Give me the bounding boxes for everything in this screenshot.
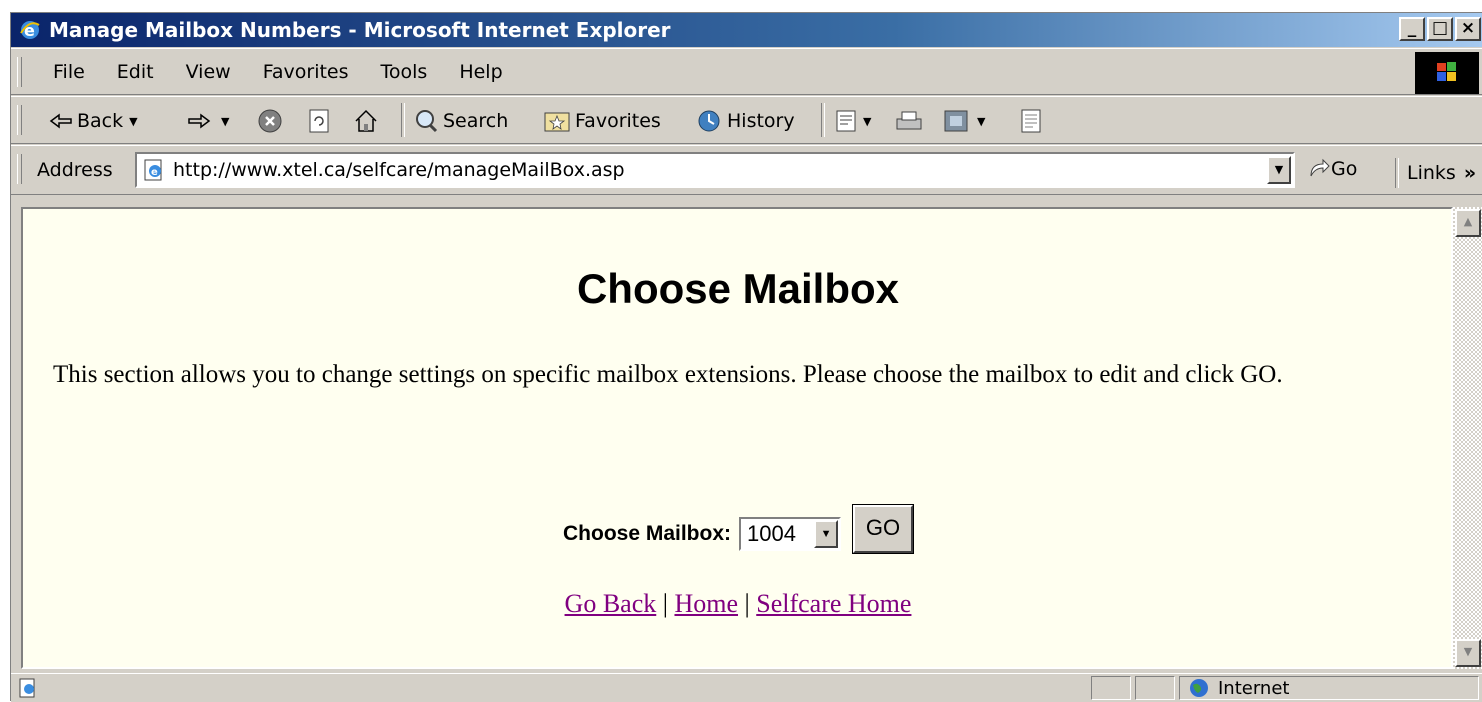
globe-icon xyxy=(1190,679,1208,697)
search-label: Search xyxy=(443,110,509,132)
chevron-down-icon[interactable]: ▼ xyxy=(863,115,871,128)
windows-logo xyxy=(1415,52,1479,94)
menu-favorites[interactable]: Favorites xyxy=(247,61,365,83)
page-description: This section allows you to change settin… xyxy=(53,361,1283,388)
page-content: Choose Mailbox This section allows you t… xyxy=(21,207,1453,669)
links-button[interactable]: Links » xyxy=(1395,158,1476,188)
history-icon xyxy=(698,110,720,132)
status-cell xyxy=(1091,676,1131,700)
stop-icon xyxy=(258,109,282,133)
menu-view[interactable]: View xyxy=(170,61,247,83)
status-bar: Internet xyxy=(11,673,1482,702)
window-title: Manage Mailbox Numbers - Microsoft Inter… xyxy=(49,18,671,42)
title-bar[interactable]: e Manage Mailbox Numbers - Microsoft Int… xyxy=(11,13,1482,47)
chevron-down-icon[interactable]: ▼ xyxy=(814,520,839,548)
security-zone: Internet xyxy=(1179,676,1479,700)
vertical-scrollbar[interactable]: ▲ ▼ xyxy=(1453,207,1482,669)
mailbox-form: Choose Mailbox: 1004 ▼ GO xyxy=(563,504,915,554)
refresh-button[interactable] xyxy=(307,105,331,137)
home-link[interactable]: Home xyxy=(674,589,738,618)
edit-button[interactable]: ▼ xyxy=(943,105,985,137)
menu-file[interactable]: File xyxy=(31,61,101,83)
toolbar-separator xyxy=(401,103,405,137)
address-input[interactable]: e http://www.xtel.ca/selfcare/manageMail… xyxy=(135,152,1295,188)
chevron-down-icon[interactable]: ▼ xyxy=(221,115,229,128)
history-label: History xyxy=(727,110,795,132)
page-icon xyxy=(19,678,35,698)
close-button[interactable]: × xyxy=(1455,17,1481,41)
standard-toolbar: Back ▼ ▼ Search Favorites History ▼ ▼ xyxy=(11,96,1482,144)
mailbox-select[interactable]: 1004 ▼ xyxy=(739,517,842,551)
chevron-down-icon[interactable]: ▼ xyxy=(129,115,137,128)
scroll-down-button[interactable]: ▼ xyxy=(1455,639,1481,667)
link-separator: | xyxy=(662,589,668,618)
favorites-icon xyxy=(544,112,570,132)
search-button[interactable]: Search xyxy=(413,105,508,137)
browser-window: e Manage Mailbox Numbers - Microsoft Int… xyxy=(10,12,1482,702)
search-icon xyxy=(416,110,438,133)
toolbar-separator xyxy=(1395,158,1399,188)
favorites-label: Favorites xyxy=(575,110,661,132)
zone-label: Internet xyxy=(1218,677,1290,699)
favorites-button[interactable]: Favorites xyxy=(543,105,661,137)
toolbar-separator xyxy=(821,103,825,137)
chevron-down-icon[interactable]: ▼ xyxy=(1267,156,1291,184)
discuss-button[interactable] xyxy=(1019,105,1043,137)
svg-text:e: e xyxy=(151,167,158,178)
maximize-button[interactable]: □ xyxy=(1427,17,1453,41)
minimize-button[interactable]: _ xyxy=(1399,17,1425,41)
stop-button[interactable] xyxy=(257,105,283,137)
ie-icon: e xyxy=(20,21,40,40)
go-back-link[interactable]: Go Back xyxy=(565,589,657,618)
forward-arrow-icon xyxy=(188,113,211,129)
windows-flag-icon xyxy=(1437,62,1456,81)
edit-icon xyxy=(944,110,968,132)
home-button[interactable] xyxy=(353,105,379,137)
chevron-down-icon[interactable]: ▼ xyxy=(977,115,985,128)
back-button[interactable]: Back ▼ xyxy=(49,105,138,137)
back-arrow-icon xyxy=(49,113,72,129)
mailbox-label: Choose Mailbox: xyxy=(563,522,732,545)
toolbar-grip[interactable] xyxy=(17,57,22,87)
toolbar-grip[interactable] xyxy=(17,105,22,135)
address-bar: Address e http://www.xtel.ca/selfcare/ma… xyxy=(11,145,1482,195)
refresh-icon xyxy=(309,109,329,133)
menu-tools[interactable]: Tools xyxy=(365,61,444,83)
back-label: Back xyxy=(77,110,124,132)
links-label: Links xyxy=(1407,162,1456,184)
chevron-right-icon[interactable]: » xyxy=(1464,162,1476,184)
go-submit-button[interactable]: GO xyxy=(852,504,915,554)
mail-button[interactable]: ▼ xyxy=(835,105,871,137)
history-button[interactable]: History xyxy=(695,105,795,137)
go-arrow-icon xyxy=(1310,158,1330,177)
selfcare-home-link[interactable]: Selfcare Home xyxy=(756,589,911,618)
address-label: Address xyxy=(37,159,113,181)
nav-links: Go Back | Home | Selfcare Home xyxy=(23,589,1453,619)
print-icon xyxy=(896,111,922,130)
page-heading: Choose Mailbox xyxy=(576,265,900,312)
mail-icon xyxy=(836,110,856,132)
forward-button[interactable]: ▼ xyxy=(187,105,229,137)
mailbox-select-value: 1004 xyxy=(747,521,796,546)
print-button[interactable] xyxy=(895,105,923,137)
go-button[interactable]: Go xyxy=(1307,158,1357,180)
discuss-icon xyxy=(1021,109,1041,133)
menu-bar: File Edit View Favorites Tools Help xyxy=(11,48,1482,95)
menu-edit[interactable]: Edit xyxy=(101,61,170,83)
page-icon: e xyxy=(144,159,162,181)
link-separator: | xyxy=(744,589,750,618)
home-icon xyxy=(355,109,377,132)
address-url: http://www.xtel.ca/selfcare/manageMailBo… xyxy=(173,159,625,181)
status-cell xyxy=(1135,676,1175,700)
go-label: Go xyxy=(1331,158,1358,180)
menu-help[interactable]: Help xyxy=(443,61,518,83)
toolbar-grip[interactable] xyxy=(17,154,22,184)
scroll-up-button[interactable]: ▲ xyxy=(1455,209,1481,237)
